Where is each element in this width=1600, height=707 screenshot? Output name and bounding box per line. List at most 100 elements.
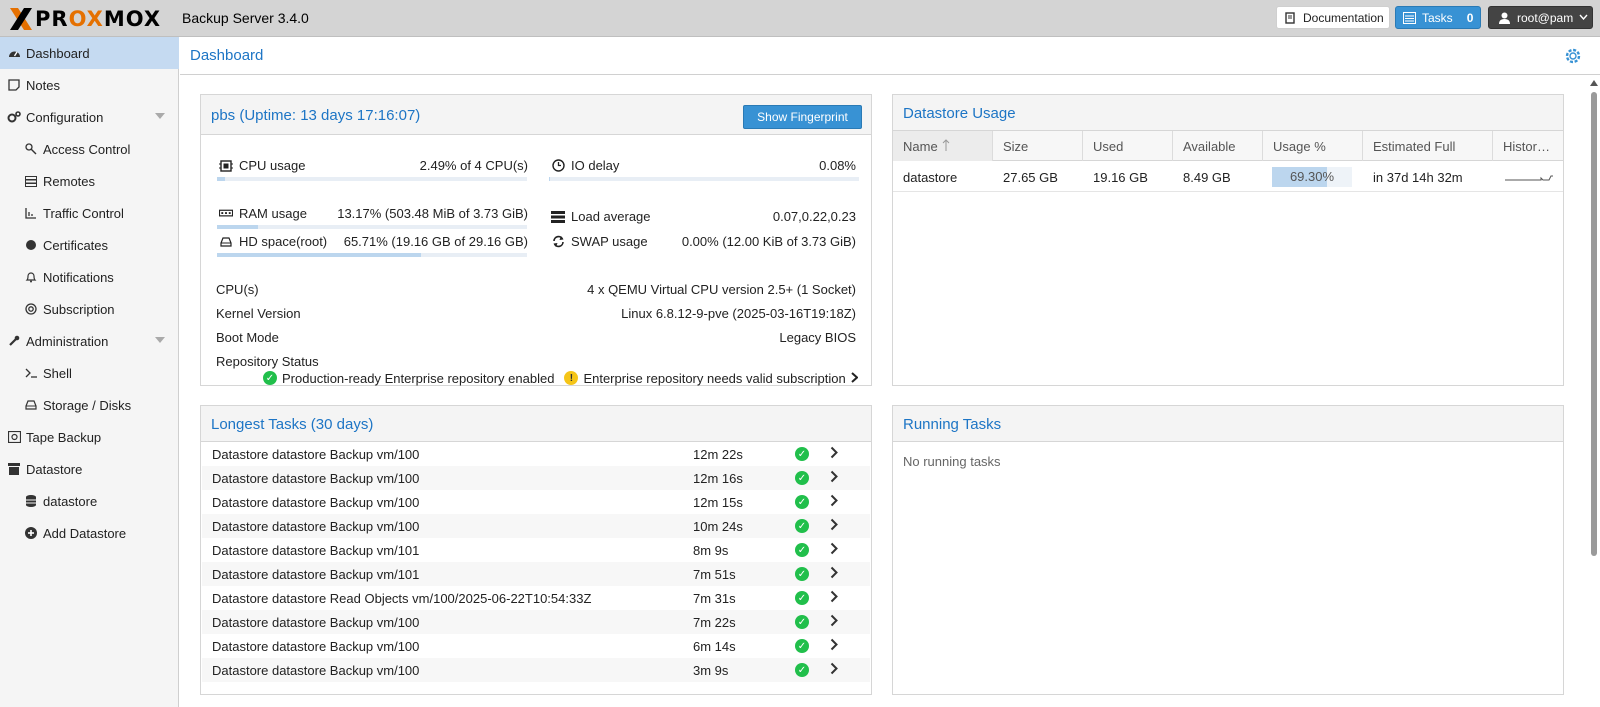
sidebar-item-shell[interactable]: Shell: [0, 357, 179, 389]
sidebar-item-datastore[interactable]: Datastore: [0, 453, 179, 485]
repository-status-label: Repository Status: [216, 354, 319, 369]
hdd-icon: [23, 397, 39, 413]
panel-header: Datastore Usage: [893, 95, 1563, 131]
task-name: Datastore datastore Backup vm/100: [212, 494, 420, 510]
sidebar-item-label: Administration: [26, 333, 109, 349]
task-row[interactable]: Datastore datastore Backup vm/100 6m 14s ✓: [202, 634, 870, 658]
io-delay-label: IO delay: [551, 158, 619, 173]
sidebar-item-add-datastore[interactable]: Add Datastore: [0, 517, 179, 549]
datastore-row[interactable]: datastore 27.65 GB 19.16 GB 8.49 GB 69.3…: [893, 162, 1563, 192]
chevron-down-icon: [1579, 12, 1588, 23]
task-row[interactable]: Datastore datastore Backup vm/100 12m 16s…: [202, 466, 870, 490]
sidebar-item-access-control[interactable]: Access Control: [0, 133, 179, 165]
tasks-label: Tasks: [1422, 10, 1453, 25]
sidebar-item-datastore-instance[interactable]: datastore: [0, 485, 179, 517]
check-circle-icon: ✓: [795, 471, 809, 485]
task-row[interactable]: Datastore datastore Backup vm/100 3m 9s ✓: [202, 658, 870, 682]
panel-title: Longest Tasks (30 days): [211, 416, 374, 433]
sidebar-item-remotes[interactable]: Remotes: [0, 165, 179, 197]
hd-space-fill: [217, 253, 421, 257]
collapse-caret-icon[interactable]: [155, 337, 165, 343]
task-row[interactable]: Datastore datastore Backup vm/101 8m 9s ✓: [202, 538, 870, 562]
task-row[interactable]: Datastore datastore Backup vm/100 12m 22s…: [202, 442, 870, 466]
ram-usage-value: 13.17% (503.48 MiB of 3.73 GiB): [337, 206, 528, 221]
sidebar-item-label: Tape Backup: [26, 429, 102, 445]
collapse-caret-icon[interactable]: [155, 113, 165, 119]
load-average-value: 0.07,0.22,0.23: [772, 209, 856, 224]
sidebar-item-configuration[interactable]: Configuration: [0, 101, 179, 133]
check-circle-icon: ✓: [795, 495, 809, 509]
chevron-right-icon[interactable]: [830, 662, 838, 678]
column-header-usage[interactable]: Usage %: [1263, 131, 1363, 161]
task-duration: 7m 22s: [693, 614, 736, 630]
datastore-size: 27.65 GB: [1003, 169, 1058, 185]
show-fingerprint-button[interactable]: Show Fingerprint: [743, 105, 862, 129]
sidebar-item-label: datastore: [43, 493, 98, 509]
content-header: Dashboard: [180, 37, 1600, 75]
scroll-up-arrow[interactable]: [1590, 80, 1598, 86]
task-duration: 10m 24s: [693, 518, 743, 534]
proxmox-x-icon: [8, 6, 34, 32]
chevron-right-icon[interactable]: [830, 470, 838, 486]
hd-space-value: 65.71% (19.16 GB of 29.16 GB): [343, 234, 528, 249]
task-duration: 7m 51s: [693, 566, 736, 582]
chevron-right-icon[interactable]: [830, 590, 838, 606]
sidebar-item-label: Notifications: [43, 269, 114, 285]
repository-status-value[interactable]: ✓ Production-ready Enterprise repository…: [263, 371, 858, 386]
sidebar-item-label: Configuration: [26, 109, 104, 125]
column-header-estimated-full[interactable]: Estimated Full: [1363, 131, 1493, 161]
support-icon: [23, 301, 39, 317]
tasks-button[interactable]: Tasks 0: [1395, 6, 1481, 29]
task-row[interactable]: Datastore datastore Backup vm/100 12m 15s…: [202, 490, 870, 514]
check-circle-icon: ✓: [795, 615, 809, 629]
task-row[interactable]: Datastore datastore Read Objects vm/100/…: [202, 586, 870, 610]
task-duration: 7m 31s: [693, 590, 736, 606]
usage-percent: 69.30%: [1289, 169, 1335, 184]
chevron-right-icon[interactable]: [830, 494, 838, 510]
datastore-available: 8.49 GB: [1183, 169, 1231, 185]
chevron-right-icon[interactable]: [830, 446, 838, 462]
task-row[interactable]: Datastore datastore Backup vm/100 7m 22s ✓: [202, 610, 870, 634]
task-duration: 6m 14s: [693, 638, 736, 654]
chevron-right-icon[interactable]: [830, 542, 838, 558]
ram-usage-bar: [217, 225, 527, 229]
sidebar-item-notes[interactable]: Notes: [0, 69, 179, 101]
check-circle-icon: ✓: [795, 543, 809, 557]
certificate-icon: [23, 237, 39, 253]
sidebar-item-notifications[interactable]: Notifications: [0, 261, 179, 293]
sidebar-item-traffic-control[interactable]: Traffic Control: [0, 197, 179, 229]
task-row[interactable]: Datastore datastore Backup vm/101 7m 51s ✓: [202, 562, 870, 586]
column-header-size[interactable]: Size: [993, 131, 1083, 161]
task-duration: 8m 9s: [693, 542, 729, 558]
chevron-right-icon[interactable]: [830, 638, 838, 654]
chevron-right-icon[interactable]: [830, 518, 838, 534]
task-duration: 12m 22s: [693, 446, 743, 462]
sidebar-item-administration[interactable]: Administration: [0, 325, 179, 357]
column-header-available[interactable]: Available: [1173, 131, 1263, 161]
sidebar-item-certificates[interactable]: Certificates: [0, 229, 179, 261]
chevron-right-icon[interactable]: [830, 614, 838, 630]
book-icon: [1283, 11, 1297, 25]
chevron-right-icon[interactable]: [830, 566, 838, 582]
sidebar-item-tape-backup[interactable]: Tape Backup: [0, 421, 179, 453]
sidebar-item-dashboard[interactable]: Dashboard: [0, 37, 179, 69]
ram-usage-label: RAM usage: [219, 206, 307, 221]
column-header-history[interactable]: Histor…: [1493, 131, 1564, 161]
cpu-usage-label: CPU usage: [219, 158, 305, 173]
kernel-version-label: Kernel Version: [216, 306, 301, 321]
column-header-name[interactable]: Name: [893, 131, 993, 161]
column-header-used[interactable]: Used: [1083, 131, 1173, 161]
sidebar-item-label: Datastore: [26, 461, 83, 477]
datastore-used: 19.16 GB: [1093, 169, 1148, 185]
running-tasks-panel: Running Tasks No running tasks: [892, 405, 1564, 695]
vertical-scrollbar[interactable]: [1588, 78, 1600, 707]
sidebar-item-subscription[interactable]: Subscription: [0, 293, 179, 325]
gear-icon[interactable]: [1564, 47, 1582, 65]
task-row[interactable]: Datastore datastore Backup vm/100 10m 24s…: [202, 514, 870, 538]
scroll-thumb[interactable]: [1591, 92, 1597, 556]
user-menu-button[interactable]: root@pam: [1488, 6, 1593, 29]
proxmox-logo[interactable]: PROXMOX: [8, 6, 161, 32]
check-circle-icon: ✓: [795, 447, 809, 461]
sidebar-item-storage-disks[interactable]: Storage / Disks: [0, 389, 179, 421]
documentation-button[interactable]: Documentation: [1276, 6, 1390, 29]
